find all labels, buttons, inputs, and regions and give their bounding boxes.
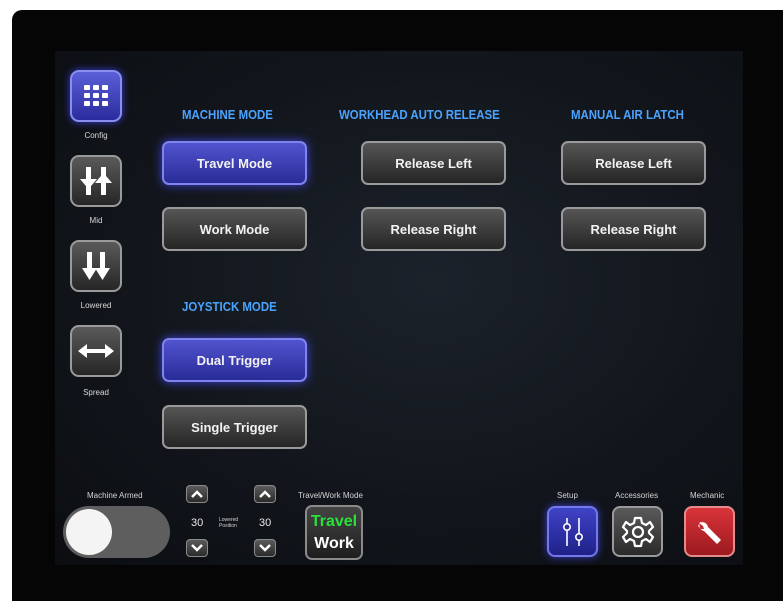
- sidebar-label-config: Config: [84, 131, 108, 140]
- sidebar-item-spread[interactable]: [70, 325, 122, 377]
- machine-armed-toggle[interactable]: [63, 506, 170, 558]
- travel-work-toggle-button[interactable]: Travel Work: [305, 505, 363, 560]
- joystick-mode-heading: JOYSTICK MODE: [182, 299, 277, 314]
- machine-mode-heading: MACHINE MODE: [182, 107, 273, 122]
- mechanic-button[interactable]: [684, 506, 735, 557]
- toggle-knob: [66, 509, 112, 555]
- chevron-down-icon: [191, 544, 203, 552]
- work-mode-button[interactable]: Work Mode: [162, 207, 307, 251]
- sidebar-item-lowered[interactable]: [70, 240, 122, 292]
- mid-position-icon: [80, 167, 112, 195]
- sidebar-label-lowered: Lowered: [80, 301, 112, 310]
- sliders-icon: [562, 517, 583, 546]
- air-latch-release-left-button[interactable]: Release Left: [561, 141, 706, 185]
- grid-icon: [84, 85, 108, 106]
- sidebar-label-mid: Mid: [89, 216, 103, 225]
- air-latch-release-right-button[interactable]: Release Right: [561, 207, 706, 251]
- sidebar-item-config[interactable]: [70, 70, 122, 122]
- right-value-up-button[interactable]: [254, 485, 276, 503]
- work-text: Work: [314, 535, 354, 552]
- sidebar-label-spread: Spread: [83, 388, 109, 397]
- accessories-button[interactable]: [612, 506, 663, 557]
- spread-arrows-icon: [78, 344, 114, 358]
- auto-release-right-button[interactable]: Release Right: [361, 207, 506, 251]
- gear-icon: [621, 516, 654, 547]
- manual-air-latch-heading: MANUAL AIR LATCH: [571, 107, 684, 122]
- chevron-up-icon: [259, 490, 271, 498]
- accessories-label: Accessories: [615, 491, 659, 500]
- lowered-position-label: Lowered Position: [219, 517, 239, 529]
- setup-label: Setup: [557, 491, 578, 500]
- right-value: 30: [259, 517, 272, 529]
- mechanic-label: Mechanic: [690, 491, 725, 500]
- workhead-auto-release-heading: WORKHEAD AUTO RELEASE: [339, 107, 500, 122]
- chevron-down-icon: [259, 544, 271, 552]
- wrench-icon: [697, 520, 721, 544]
- left-value: 30: [191, 517, 204, 529]
- setup-button[interactable]: [547, 506, 598, 557]
- travel-text: Travel: [310, 513, 358, 530]
- sidebar-item-mid[interactable]: [70, 155, 122, 207]
- chevron-up-icon: [191, 490, 203, 498]
- auto-release-left-button[interactable]: Release Left: [361, 141, 506, 185]
- right-value-down-button[interactable]: [254, 539, 276, 557]
- left-value-down-button[interactable]: [186, 539, 208, 557]
- dual-trigger-button[interactable]: Dual Trigger: [162, 338, 307, 382]
- single-trigger-button[interactable]: Single Trigger: [162, 405, 307, 449]
- machine-armed-label: Machine Armed: [87, 491, 143, 500]
- lowered-arrows-icon: [82, 252, 110, 280]
- hmi-screen: Config Mid Lowered Spread MACHINE MODE W…: [55, 51, 743, 565]
- travel-mode-button[interactable]: Travel Mode: [162, 141, 307, 185]
- left-value-up-button[interactable]: [186, 485, 208, 503]
- travel-work-mode-label: Travel/Work Mode: [298, 491, 363, 500]
